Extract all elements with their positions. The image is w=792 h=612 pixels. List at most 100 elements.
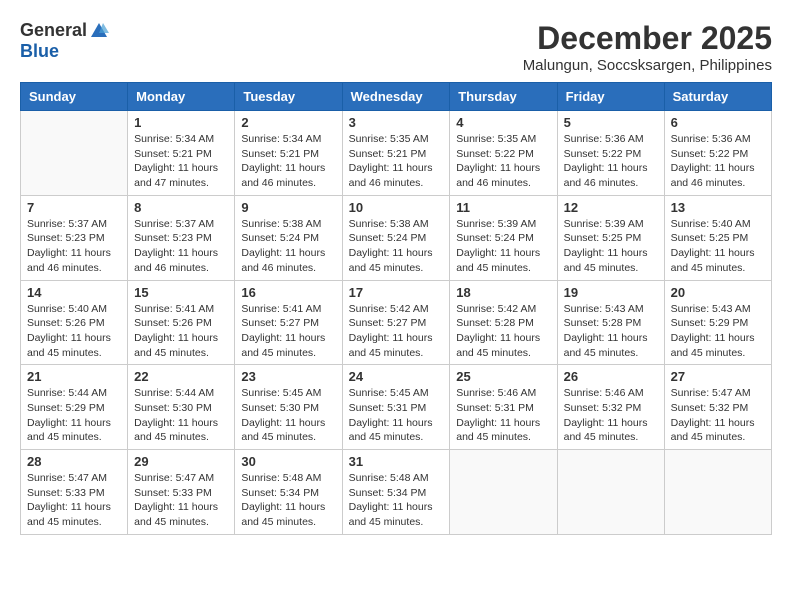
calendar-cell: 12 Sunrise: 5:39 AM Sunset: 5:25 PM Dayli… [557,195,664,280]
day-number: 2 [241,115,335,130]
day-info: Sunrise: 5:44 AM Sunset: 5:30 PM Dayligh… [134,386,228,445]
day-info: Sunrise: 5:40 AM Sunset: 5:26 PM Dayligh… [27,302,121,361]
day-number: 10 [349,200,444,215]
calendar-cell: 31 Sunrise: 5:48 AM Sunset: 5:34 PM Dayli… [342,450,450,535]
day-number: 30 [241,454,335,469]
calendar-cell [21,111,128,196]
day-number: 4 [456,115,550,130]
day-number: 25 [456,369,550,384]
month-year-title: December 2025 [523,20,772,57]
weekday-header-sunday: Sunday [21,83,128,111]
calendar-cell [450,450,557,535]
calendar-cell: 3Sunrise: 5:35 AM Sunset: 5:21 PM Daylig… [342,111,450,196]
logo-general-text: General [20,20,87,41]
calendar-cell: 4 Sunrise: 5:35 AM Sunset: 5:22 PM Daylig… [450,111,557,196]
page-header: General Blue December 2025 Malungun, Soc… [20,20,772,74]
day-number: 8 [134,200,228,215]
day-number: 21 [27,369,121,384]
day-info: Sunrise: 5:38 AM Sunset: 5:24 PM Dayligh… [349,217,444,276]
day-number: 6 [671,115,765,130]
calendar-cell: 5 Sunrise: 5:36 AM Sunset: 5:22 PM Daylig… [557,111,664,196]
day-info: Sunrise: 5:43 AM Sunset: 5:29 PM Dayligh… [671,302,765,361]
calendar-cell [664,450,771,535]
calendar-cell: 2 Sunrise: 5:34 AM Sunset: 5:21 PM Daylig… [235,111,342,196]
day-number: 17 [349,285,444,300]
day-info: Sunrise: 5:36 AM Sunset: 5:22 PM Dayligh… [671,132,765,191]
calendar-cell: 29 Sunrise: 5:47 AM Sunset: 5:33 PM Dayli… [128,450,235,535]
calendar-cell: 23Sunrise: 5:45 AM Sunset: 5:30 PM Dayli… [235,365,342,450]
day-info: Sunrise: 5:35 AM Sunset: 5:22 PM Dayligh… [456,132,550,191]
calendar-week-row-2: 7 Sunrise: 5:37 AM Sunset: 5:23 PM Daylig… [21,195,772,280]
calendar-cell: 26Sunrise: 5:46 AM Sunset: 5:32 PM Dayli… [557,365,664,450]
day-number: 5 [564,115,658,130]
calendar-cell: 30 Sunrise: 5:48 AM Sunset: 5:34 PM Dayli… [235,450,342,535]
day-info: Sunrise: 5:37 AM Sunset: 5:23 PM Dayligh… [27,217,121,276]
calendar-cell: 25 Sunrise: 5:46 AM Sunset: 5:31 PM Dayli… [450,365,557,450]
day-info: Sunrise: 5:48 AM Sunset: 5:34 PM Dayligh… [349,471,444,530]
day-number: 26 [564,369,658,384]
logo: General Blue [20,20,109,62]
day-info: Sunrise: 5:39 AM Sunset: 5:25 PM Dayligh… [564,217,658,276]
calendar-cell: 22 Sunrise: 5:44 AM Sunset: 5:30 PM Dayli… [128,365,235,450]
weekday-header-friday: Friday [557,83,664,111]
day-number: 1 [134,115,228,130]
day-number: 12 [564,200,658,215]
day-info: Sunrise: 5:42 AM Sunset: 5:27 PM Dayligh… [349,302,444,361]
day-number: 3 [349,115,444,130]
day-number: 29 [134,454,228,469]
weekday-header-row: SundayMondayTuesdayWednesdayThursdayFrid… [21,83,772,111]
calendar-cell: 9 Sunrise: 5:38 AM Sunset: 5:24 PM Daylig… [235,195,342,280]
calendar-cell [557,450,664,535]
day-info: Sunrise: 5:37 AM Sunset: 5:23 PM Dayligh… [134,217,228,276]
day-info: Sunrise: 5:38 AM Sunset: 5:24 PM Dayligh… [241,217,335,276]
day-number: 22 [134,369,228,384]
day-number: 13 [671,200,765,215]
day-info: Sunrise: 5:46 AM Sunset: 5:31 PM Dayligh… [456,386,550,445]
day-number: 31 [349,454,444,469]
day-number: 24 [349,369,444,384]
weekday-header-saturday: Saturday [664,83,771,111]
day-info: Sunrise: 5:48 AM Sunset: 5:34 PM Dayligh… [241,471,335,530]
day-number: 27 [671,369,765,384]
calendar-cell: 27Sunrise: 5:47 AM Sunset: 5:32 PM Dayli… [664,365,771,450]
calendar-cell: 11 Sunrise: 5:39 AM Sunset: 5:24 PM Dayli… [450,195,557,280]
calendar-cell: 7 Sunrise: 5:37 AM Sunset: 5:23 PM Daylig… [21,195,128,280]
day-info: Sunrise: 5:41 AM Sunset: 5:26 PM Dayligh… [134,302,228,361]
day-info: Sunrise: 5:47 AM Sunset: 5:33 PM Dayligh… [134,471,228,530]
day-info: Sunrise: 5:36 AM Sunset: 5:22 PM Dayligh… [564,132,658,191]
day-info: Sunrise: 5:45 AM Sunset: 5:30 PM Dayligh… [241,386,335,445]
calendar-week-row-4: 21Sunrise: 5:44 AM Sunset: 5:29 PM Dayli… [21,365,772,450]
day-info: Sunrise: 5:40 AM Sunset: 5:25 PM Dayligh… [671,217,765,276]
weekday-header-thursday: Thursday [450,83,557,111]
day-info: Sunrise: 5:43 AM Sunset: 5:28 PM Dayligh… [564,302,658,361]
calendar-cell: 24 Sunrise: 5:45 AM Sunset: 5:31 PM Dayli… [342,365,450,450]
day-number: 20 [671,285,765,300]
calendar-cell: 20 Sunrise: 5:43 AM Sunset: 5:29 PM Dayli… [664,280,771,365]
calendar-week-row-3: 14 Sunrise: 5:40 AM Sunset: 5:26 PM Dayli… [21,280,772,365]
day-number: 15 [134,285,228,300]
day-info: Sunrise: 5:34 AM Sunset: 5:21 PM Dayligh… [134,132,228,191]
day-info: Sunrise: 5:45 AM Sunset: 5:31 PM Dayligh… [349,386,444,445]
day-number: 18 [456,285,550,300]
calendar-cell: 18 Sunrise: 5:42 AM Sunset: 5:28 PM Dayli… [450,280,557,365]
calendar-cell: 17 Sunrise: 5:42 AM Sunset: 5:27 PM Dayli… [342,280,450,365]
calendar-cell: 13 Sunrise: 5:40 AM Sunset: 5:25 PM Dayli… [664,195,771,280]
logo-blue-text: Blue [20,41,59,62]
day-number: 9 [241,200,335,215]
day-info: Sunrise: 5:42 AM Sunset: 5:28 PM Dayligh… [456,302,550,361]
calendar-cell: 10 Sunrise: 5:38 AM Sunset: 5:24 PM Dayli… [342,195,450,280]
day-number: 7 [27,200,121,215]
calendar-cell: 16Sunrise: 5:41 AM Sunset: 5:27 PM Dayli… [235,280,342,365]
calendar-cell: 14 Sunrise: 5:40 AM Sunset: 5:26 PM Dayli… [21,280,128,365]
calendar-cell: 19 Sunrise: 5:43 AM Sunset: 5:28 PM Dayli… [557,280,664,365]
day-number: 19 [564,285,658,300]
day-number: 14 [27,285,121,300]
day-info: Sunrise: 5:41 AM Sunset: 5:27 PM Dayligh… [241,302,335,361]
logo-icon [89,21,109,41]
day-info: Sunrise: 5:47 AM Sunset: 5:33 PM Dayligh… [27,471,121,530]
day-info: Sunrise: 5:34 AM Sunset: 5:21 PM Dayligh… [241,132,335,191]
day-number: 11 [456,200,550,215]
day-number: 28 [27,454,121,469]
calendar-cell: 15 Sunrise: 5:41 AM Sunset: 5:26 PM Dayli… [128,280,235,365]
day-info: Sunrise: 5:39 AM Sunset: 5:24 PM Dayligh… [456,217,550,276]
